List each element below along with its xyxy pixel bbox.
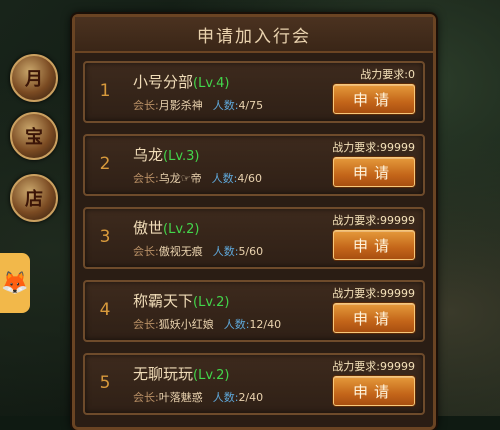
power-requirement-value: 99999 (380, 214, 415, 227)
apply-button[interactable]: 申请 (333, 157, 415, 187)
treasure-bowl-icon: 宝 (25, 127, 43, 148)
guild-rank: 5 (99, 373, 111, 393)
shop-icon: 店 (25, 189, 43, 210)
treasure-button[interactable]: 宝 (10, 112, 58, 160)
guild-name: 无聊玩玩(Lv.2) (133, 363, 230, 384)
power-requirement-value: 99999 (380, 141, 415, 154)
guild-level: (Lv.2) (193, 295, 230, 310)
guild-name: 小号分部(Lv.4) (133, 71, 230, 92)
member-count-label: 人数: (223, 318, 250, 331)
member-count-label: 人数: (212, 99, 239, 112)
guild-row: 5 无聊玩玩(Lv.2) 会长:叶落魅惑 人数:2/40 战力要求:99999 申… (83, 353, 425, 415)
power-requirement-label: 战力要求: (332, 360, 380, 373)
member-count: 4/75 (238, 99, 264, 112)
guild-level: (Lv.2) (193, 368, 230, 383)
guild-rank: 2 (99, 154, 111, 174)
power-requirement: 战力要求:99999 (332, 139, 415, 155)
guild-row: 3 傲世(Lv.2) 会长:傲视无痕 人数:5/60 战力要求:99999 申请 (83, 207, 425, 269)
power-requirement-label: 战力要求: (360, 68, 408, 81)
power-requirement-label: 战力要求: (332, 141, 380, 154)
leader-name: 傲视无痕 (158, 245, 203, 258)
guild-meta: 会长:叶落魅惑 人数:2/40 (133, 389, 263, 405)
member-count: 2/40 (238, 391, 264, 404)
leader-name: 狐妖小红娘 (158, 318, 214, 331)
power-requirement-label: 战力要求: (332, 287, 380, 300)
apply-button[interactable]: 申请 (333, 303, 415, 333)
guild-name: 傲世(Lv.2) (133, 217, 200, 238)
dialog-title: 申请加入行会 (197, 26, 311, 47)
power-requirement-label: 战力要求: (332, 214, 380, 227)
calendar-button[interactable]: 月 (10, 54, 58, 102)
guild-row: 2 乌龙(Lv.3) 会长:乌龙☞帝 人数:4/60 战力要求:99999 申请 (83, 134, 425, 196)
apply-button[interactable]: 申请 (333, 84, 415, 114)
guild-level: (Lv.4) (193, 76, 230, 91)
dialog-title-bar: 申请加入行会 (75, 17, 433, 53)
power-requirement-value: 0 (408, 68, 415, 81)
member-count: 5/60 (238, 245, 264, 258)
guild-rank: 3 (99, 227, 111, 247)
guild-meta: 会长:月影杀神 人数:4/75 (133, 97, 263, 113)
leader-label: 会长: (133, 99, 159, 112)
guild-name: 乌龙(Lv.3) (133, 144, 200, 165)
member-count: 4/60 (237, 172, 263, 185)
apply-button[interactable]: 申请 (333, 230, 415, 260)
guild-rank: 4 (99, 300, 111, 320)
leader-name: 月影杀神 (158, 99, 203, 112)
guild-row: 1 小号分部(Lv.4) 会长:月影杀神 人数:4/75 战力要求:0 申请 (83, 61, 425, 123)
apply-button[interactable]: 申请 (333, 376, 415, 406)
guild-name: 称霸天下(Lv.2) (133, 290, 230, 311)
leader-name: 乌龙☞帝 (158, 172, 202, 185)
member-count: 12/40 (249, 318, 282, 331)
fox-avatar-icon[interactable]: 🦊 (0, 253, 30, 313)
power-requirement-value: 99999 (380, 287, 415, 300)
member-count-label: 人数: (211, 172, 238, 185)
power-requirement: 战力要求:99999 (332, 212, 415, 228)
power-requirement: 战力要求:99999 (332, 358, 415, 374)
guild-name-text: 乌龙 (133, 146, 164, 164)
guild-name-text: 称霸天下 (133, 292, 194, 310)
guild-level: (Lv.3) (163, 149, 200, 164)
leader-label: 会长: (133, 245, 159, 258)
member-count-label: 人数: (212, 391, 239, 404)
member-count-label: 人数: (212, 245, 239, 258)
leader-label: 会长: (133, 318, 159, 331)
shop-button[interactable]: 店 (10, 174, 58, 222)
guild-list: 1 小号分部(Lv.4) 会长:月影杀神 人数:4/75 战力要求:0 申请 2 … (83, 61, 425, 426)
power-requirement-value: 99999 (380, 360, 415, 373)
leader-label: 会长: (133, 391, 159, 404)
guild-name-text: 无聊玩玩 (133, 365, 194, 383)
guild-level: (Lv.2) (163, 222, 200, 237)
guild-name-text: 小号分部 (133, 73, 194, 91)
leader-label: 会长: (133, 172, 159, 185)
guild-row: 4 称霸天下(Lv.2) 会长:狐妖小红娘 人数:12/40 战力要求:99999… (83, 280, 425, 342)
guild-meta: 会长:狐妖小红娘 人数:12/40 (133, 316, 281, 332)
guild-name-text: 傲世 (133, 219, 164, 237)
join-guild-dialog: 申请加入行会 1 小号分部(Lv.4) 会长:月影杀神 人数:4/75 战力要求:… (72, 14, 436, 430)
guild-meta: 会长:傲视无痕 人数:5/60 (133, 243, 263, 259)
power-requirement: 战力要求:0 (360, 66, 415, 82)
calendar-icon: 月 (25, 69, 43, 90)
guild-meta: 会长:乌龙☞帝 人数:4/60 (133, 170, 262, 186)
guild-rank: 1 (99, 81, 111, 101)
leader-name: 叶落魅惑 (158, 391, 203, 404)
power-requirement: 战力要求:99999 (332, 285, 415, 301)
